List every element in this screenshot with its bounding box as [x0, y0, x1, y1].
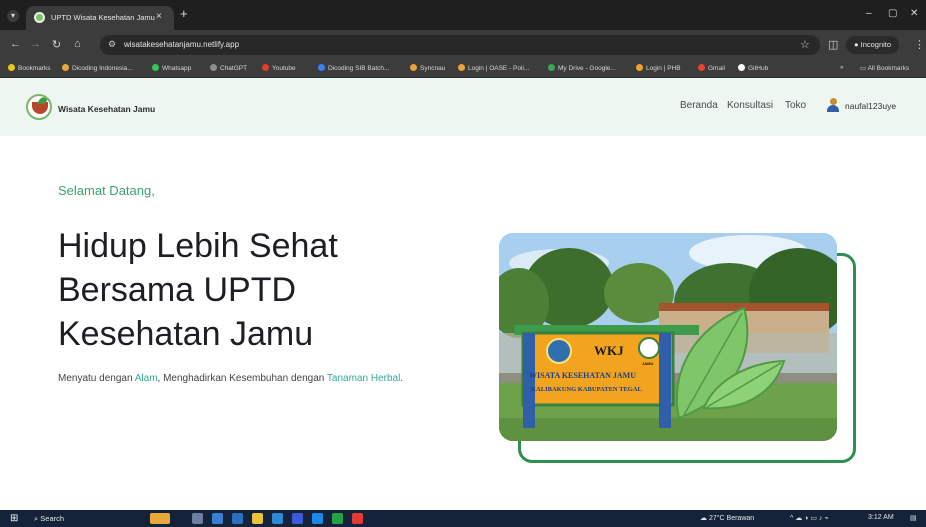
chrome-icon[interactable]: [352, 513, 363, 524]
site-navbar: Wisata Kesehatan Jamu Beranda Konsultasi…: [0, 78, 926, 136]
taskbar-widget-icon[interactable]: [150, 513, 170, 524]
new-tab-button[interactable]: +: [180, 6, 188, 21]
highlight-tanaman-herbal: Tanaman Herbal: [326, 373, 401, 384]
bookmarks-bar: Bookmarks Dicoding Indonesia... Whatsapp…: [0, 60, 926, 78]
site-favicon-icon: [34, 12, 45, 23]
browser-menu-icon[interactable]: ⋮: [914, 38, 925, 51]
bookmark-item[interactable]: Dicoding SIB Batch...: [318, 64, 389, 72]
taskbar-app-icon[interactable]: [312, 513, 323, 524]
start-windows-icon[interactable]: ⊞: [10, 513, 18, 524]
bookmark-item[interactable]: My Drive - Google...: [548, 64, 616, 72]
browser-tab-active[interactable]: UPTD Wisata Kesehatan Jamu ×: [26, 6, 174, 30]
weather-widget[interactable]: ☁ 27°C Berawan: [700, 514, 754, 522]
nav-link-konsultasi[interactable]: Konsultasi: [727, 100, 773, 111]
windows-taskbar: ⊞ ⌕ Search ☁ 27°C Berawan ^ ☁ ◑ ▭ ♪ ⌁ 3:…: [0, 510, 926, 527]
bookmark-item[interactable]: Whatsapp: [152, 64, 191, 72]
hero-photo: WKJ JAMU WISATA KESEHATAN JAMU KALIBAKUN…: [499, 233, 837, 441]
bookmark-star-icon[interactable]: ☆: [800, 38, 810, 51]
sign-text-wkj: WKJ: [594, 343, 624, 358]
bookmark-item[interactable]: Gmail: [698, 64, 725, 72]
notification-icon[interactable]: ▤: [910, 514, 917, 522]
taskbar-app-icon[interactable]: [232, 513, 243, 524]
restore-button[interactable]: ▢: [888, 8, 897, 19]
site-logo[interactable]: [26, 94, 52, 120]
system-tray-icons[interactable]: ^ ☁ ◑ ▭ ♪ ⌁: [790, 514, 829, 522]
hero-headline: Hidup Lebih Sehat Bersama UPTD Kesehatan…: [58, 224, 478, 356]
incognito-badge[interactable]: ● Incognito: [846, 36, 900, 54]
incognito-icon: ●: [854, 40, 861, 49]
nav-link-beranda[interactable]: Beranda: [680, 100, 718, 111]
tab-close-icon[interactable]: ×: [156, 11, 162, 22]
bookmark-item[interactable]: Login | OASE - Poli...: [458, 64, 529, 72]
home-icon[interactable]: ⌂: [74, 38, 81, 50]
browser-toolbar: ← → ↻ ⌂ ⚙ wisatakesehatanjamu.netlify.ap…: [0, 30, 926, 60]
wkj-sign-photo: WKJ JAMU WISATA KESEHATAN JAMU KALIBAKUN…: [499, 233, 837, 441]
reload-icon[interactable]: ↻: [52, 38, 61, 51]
bookmark-item[interactable]: GitHub: [738, 64, 768, 72]
taskbar-app-icon[interactable]: [272, 513, 283, 524]
bookmark-item[interactable]: Bookmarks: [8, 64, 51, 72]
forward-arrow-icon[interactable]: →: [30, 38, 41, 50]
taskbar-app-icon[interactable]: [212, 513, 223, 524]
extensions-icon[interactable]: ◫: [828, 38, 838, 51]
whatsapp-icon[interactable]: [332, 513, 343, 524]
address-bar[interactable]: ⚙ wisatakesehatanjamu.netlify.app ☆: [100, 35, 820, 55]
bookmarks-overflow-icon[interactable]: »: [840, 64, 844, 71]
taskbar-app-icon[interactable]: [292, 513, 303, 524]
taskbar-search[interactable]: ⌕ Search: [34, 512, 134, 525]
nav-link-toko[interactable]: Toko: [785, 100, 806, 111]
site-info-icon[interactable]: ⚙: [108, 39, 116, 50]
bookmark-item[interactable]: Syncnau: [410, 64, 445, 72]
highlight-alam: Alam: [134, 373, 158, 384]
user-avatar-icon[interactable]: [827, 98, 839, 112]
task-view-icon[interactable]: [192, 513, 203, 524]
browser-tab-strip: ▾ UPTD Wisata Kesehatan Jamu × + – ▢ ✕: [0, 0, 926, 30]
weather-icon: ☁: [700, 515, 709, 522]
sign-text-line3: KALIBAKUNG KABUPATEN TEGAL: [531, 386, 643, 393]
hero-greeting: Selamat Datang,: [58, 183, 155, 198]
bookmark-item[interactable]: Dicoding Indonesia...: [62, 64, 133, 72]
headline-line: Hidup Lebih Sehat: [58, 227, 338, 265]
back-arrow-icon[interactable]: ←: [10, 38, 21, 50]
tab-title: UPTD Wisata Kesehatan Jamu: [51, 13, 155, 22]
bookmark-item[interactable]: Youtube: [262, 64, 296, 72]
tab-search-menu-button[interactable]: ▾: [7, 10, 19, 22]
bookmark-item[interactable]: ChatGPT: [210, 64, 247, 72]
bookmark-item[interactable]: Login | PHB: [636, 64, 681, 72]
url-text: wisatakesehatanjamu.netlify.app: [124, 40, 240, 49]
hero-tagline: Menyatu dengan Alam, Menghadirkan Kesemb…: [58, 373, 404, 384]
all-bookmarks-button[interactable]: ▭ All Bookmarks: [860, 64, 909, 72]
minimize-button[interactable]: –: [866, 8, 872, 19]
sign-badge-text: JAMU: [642, 361, 653, 366]
file-explorer-icon[interactable]: [252, 513, 263, 524]
folder-icon: ▭: [860, 65, 868, 72]
close-window-button[interactable]: ✕: [910, 8, 918, 19]
brand-name[interactable]: Wisata Kesehatan Jamu: [58, 104, 155, 114]
clock[interactable]: 3:12 AM: [868, 514, 894, 521]
headline-line: Kesehatan Jamu: [58, 315, 314, 353]
headline-line: Bersama UPTD: [58, 271, 297, 309]
incognito-label: Incognito: [860, 40, 892, 49]
sign-text-line2: WISATA KESEHATAN JAMU: [529, 371, 636, 380]
username[interactable]: naufal123uye: [845, 101, 896, 111]
